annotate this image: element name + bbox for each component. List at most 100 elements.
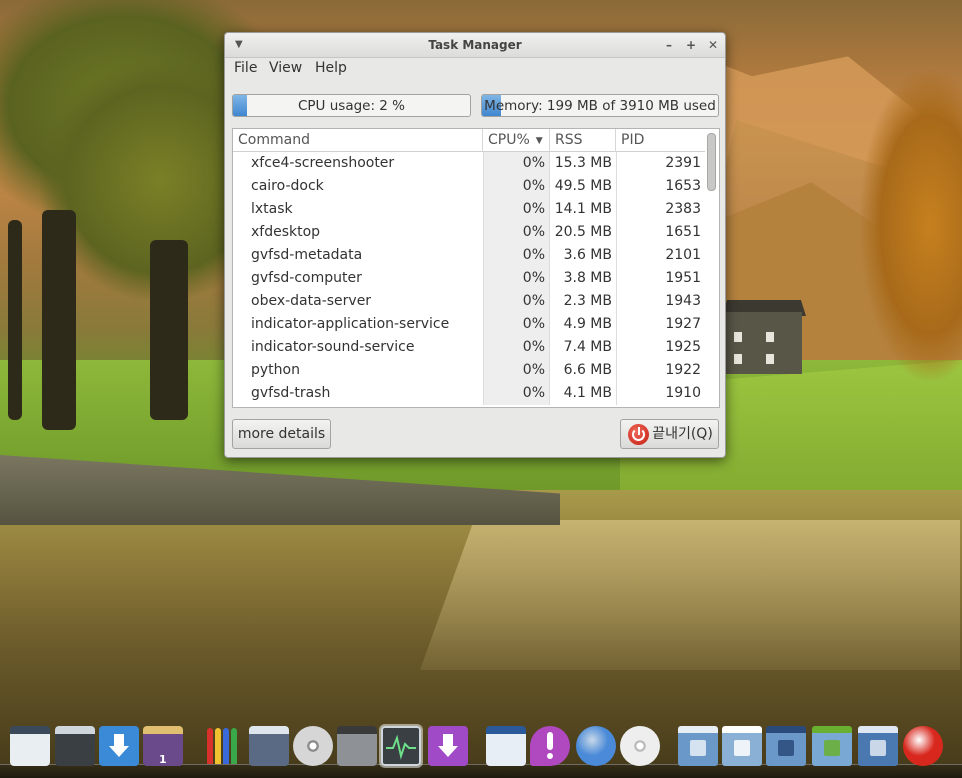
process-rss-cell: 6.6 MB — [563, 362, 612, 378]
process-rss-cell: 15.3 MB — [554, 155, 612, 171]
text-editor-icon[interactable] — [10, 726, 50, 766]
maximize-icon[interactable]: + — [683, 37, 699, 53]
column-header-command[interactable]: Command — [233, 129, 483, 152]
process-table-header: Command CPU% ▼ RSS PID — [233, 129, 705, 152]
table-row[interactable]: gvfsd-trash 0% 4.1 MB 1910 — [233, 382, 705, 405]
title-bar[interactable]: ▼ Task Manager – + ✕ — [225, 33, 725, 58]
process-rss-cell: 2.3 MB — [563, 293, 612, 309]
image-viewer-icon[interactable]: 1 — [143, 726, 183, 766]
process-command-cell: gvfsd-trash — [251, 385, 331, 401]
wallpaper-house-window — [734, 332, 742, 342]
cpu-usage-meter: CPU usage: 2 % — [232, 94, 471, 117]
process-command-cell: gvfsd-computer — [251, 270, 362, 286]
quit-button[interactable]: 끝내기(Q) — [620, 419, 719, 449]
process-pid-cell: 2391 — [665, 155, 701, 171]
process-command-cell: xfdesktop — [251, 224, 321, 240]
process-rss-cell: 3.8 MB — [563, 270, 612, 286]
table-row[interactable]: obex-data-server 0% 2.3 MB 1943 — [233, 290, 705, 313]
monitor-icon[interactable] — [55, 726, 95, 766]
menu-view[interactable]: View — [269, 60, 302, 76]
home-folder-icon[interactable] — [678, 726, 718, 766]
process-command-cell: lxtask — [251, 201, 293, 217]
process-pid-cell: 1951 — [665, 270, 701, 286]
process-cpu-cell: 0% — [522, 339, 545, 355]
memory-usage-meter: Memory: 199 MB of 3910 MB used — [481, 94, 719, 117]
table-row[interactable]: xfce4-screenshooter 0% 15.3 MB 2391 — [233, 152, 705, 175]
process-pid-cell: 1910 — [665, 385, 701, 401]
downloads-folder-icon[interactable] — [812, 726, 852, 766]
task-manager-window: ▼ Task Manager – + ✕ File View Help CPU … — [224, 32, 726, 458]
wallpaper-tree-trunk — [8, 220, 22, 420]
column-header-pid-label: PID — [621, 132, 645, 148]
table-row[interactable]: cairo-dock 0% 49.5 MB 1653 — [233, 175, 705, 198]
process-rss-cell: 49.5 MB — [554, 178, 612, 194]
package-install-icon[interactable] — [428, 726, 468, 766]
more-details-button[interactable]: more details — [232, 419, 331, 449]
wallpaper-lake-reflection — [420, 520, 960, 670]
process-command-cell: gvfsd-metadata — [251, 247, 363, 263]
process-rss-cell: 3.6 MB — [563, 247, 612, 263]
table-row[interactable]: xfdesktop 0% 20.5 MB 1651 — [233, 221, 705, 244]
table-row[interactable]: lxtask 0% 14.1 MB 2383 — [233, 198, 705, 221]
process-table: Command CPU% ▼ RSS PID xfce4-screenshoote… — [232, 128, 720, 408]
column-header-cpu[interactable]: CPU% ▼ — [483, 129, 550, 152]
table-row[interactable]: indicator-application-service 0% 4.9 MB 192… — [233, 313, 705, 336]
menu-bar: File View Help — [225, 58, 725, 80]
process-cpu-cell: 0% — [522, 293, 545, 309]
process-cpu-cell: 0% — [522, 362, 545, 378]
minimize-icon[interactable]: – — [661, 37, 677, 53]
chat-notify-icon[interactable] — [530, 726, 570, 766]
process-cpu-cell: 0% — [522, 224, 545, 240]
menu-help[interactable]: Help — [315, 60, 347, 76]
backup-folder-icon[interactable] — [766, 726, 806, 766]
memory-usage-label: Memory: 199 MB of 3910 MB used — [484, 98, 716, 114]
brightness-icon[interactable] — [620, 726, 660, 766]
camera-icon[interactable] — [337, 726, 377, 766]
system-monitor-icon[interactable] — [379, 724, 423, 768]
process-pid-cell: 1943 — [665, 293, 701, 309]
documents-folder-icon[interactable] — [722, 726, 762, 766]
wallpaper-tree-autumn — [860, 70, 962, 380]
process-pid-cell: 1651 — [665, 224, 701, 240]
desktop-folder-icon[interactable] — [858, 726, 898, 766]
process-pid-cell: 1927 — [665, 316, 701, 332]
sort-descending-icon: ▼ — [535, 136, 543, 146]
wallpaper-tree-trunk — [42, 210, 76, 430]
table-row[interactable]: python 0% 6.6 MB 1922 — [233, 359, 705, 382]
column-header-command-label: Command — [238, 132, 310, 148]
scanner-icon[interactable] — [486, 726, 526, 766]
table-row[interactable]: gvfsd-computer 0% 3.8 MB 1951 — [233, 267, 705, 290]
wallpaper-house-window — [734, 354, 742, 364]
wallpaper-house — [726, 312, 802, 374]
process-pid-cell: 1653 — [665, 178, 701, 194]
scrollbar-thumb[interactable] — [707, 133, 716, 191]
process-cpu-cell: 0% — [522, 201, 545, 217]
process-rss-cell: 20.5 MB — [554, 224, 612, 240]
process-table-body: xfce4-screenshooter 0% 15.3 MB 2391 cairo-do… — [233, 152, 705, 405]
wallpaper-house-window — [766, 332, 774, 342]
graphics-pencils-icon[interactable] — [201, 726, 241, 766]
power-icon — [628, 424, 649, 445]
column-header-rss[interactable]: RSS — [550, 129, 616, 152]
download-icon[interactable] — [99, 726, 139, 766]
process-command-cell: obex-data-server — [251, 293, 372, 309]
process-table-scrollbar[interactable] — [707, 133, 716, 403]
chromium-icon[interactable] — [576, 726, 616, 766]
table-row[interactable]: indicator-sound-service 0% 7.4 MB 1925 — [233, 336, 705, 359]
process-pid-cell: 2383 — [665, 201, 701, 217]
menu-file[interactable]: File — [234, 60, 257, 76]
process-rss-cell: 7.4 MB — [563, 339, 612, 355]
process-cpu-cell: 0% — [522, 385, 545, 401]
table-row[interactable]: gvfsd-metadata 0% 3.6 MB 2101 — [233, 244, 705, 267]
shutdown-icon[interactable] — [903, 726, 943, 766]
process-pid-cell: 1922 — [665, 362, 701, 378]
quit-button-label: 끝내기(Q) — [652, 426, 713, 442]
process-pid-cell: 1925 — [665, 339, 701, 355]
process-cpu-cell: 0% — [522, 316, 545, 332]
notes-icon[interactable] — [249, 726, 289, 766]
close-icon[interactable]: ✕ — [705, 37, 721, 53]
wallpaper-house-window — [766, 354, 774, 364]
column-header-pid[interactable]: PID — [616, 129, 705, 152]
cd-player-icon[interactable] — [293, 726, 333, 766]
column-header-cpu-label: CPU% — [488, 132, 530, 148]
